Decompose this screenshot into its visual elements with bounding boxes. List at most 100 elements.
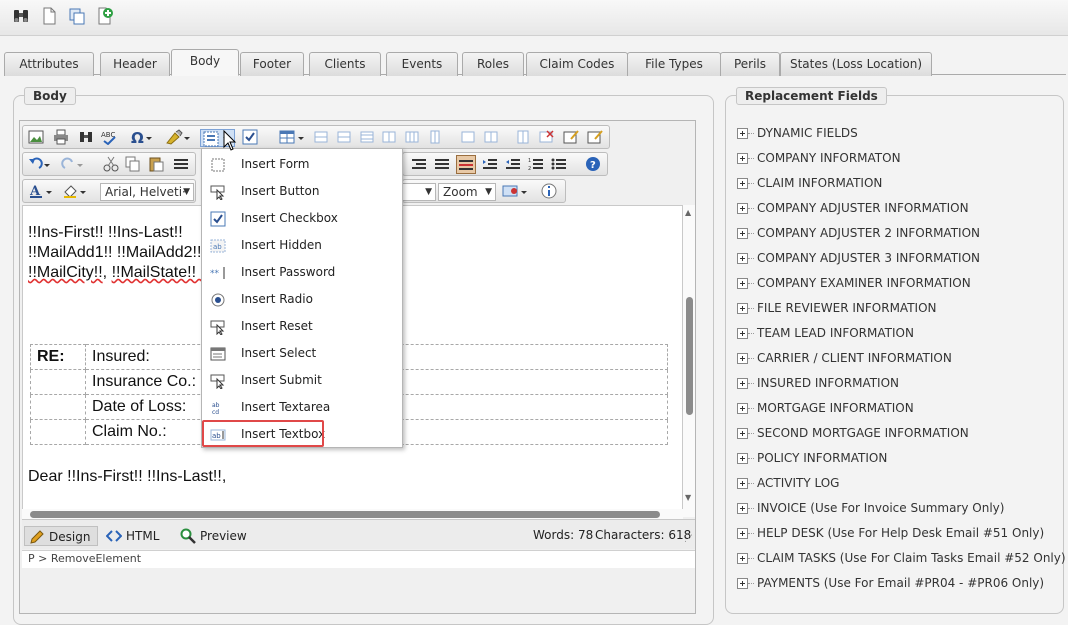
expand-plus-icon[interactable] <box>737 453 748 464</box>
table-split-icon[interactable] <box>483 129 499 145</box>
tree-item[interactable]: CARRIER / CLIENT INFORMATION <box>737 346 952 371</box>
tab-states-loss-location[interactable]: States (Loss Location) <box>780 52 932 76</box>
help-icon[interactable]: ? <box>585 156 601 172</box>
table-delete-column-icon[interactable] <box>427 129 443 145</box>
copy-icon[interactable] <box>125 156 141 172</box>
special-character-omega-icon[interactable]: Ω <box>131 129 153 145</box>
font-size-select-tail[interactable]: ▼ <box>402 183 436 201</box>
add-document-icon[interactable] <box>96 7 114 25</box>
menu-item-insert-reset[interactable]: Insert Reset <box>202 313 402 340</box>
menu-item-insert-hidden[interactable]: ab Insert Hidden <box>202 232 402 259</box>
font-color-icon[interactable]: A <box>29 183 55 199</box>
expand-plus-icon[interactable] <box>737 403 748 414</box>
cell-properties-icon[interactable] <box>587 129 603 145</box>
scroll-up-icon[interactable]: ▲ <box>685 208 691 217</box>
expand-plus-icon[interactable] <box>737 378 748 389</box>
tree-item[interactable]: COMPANY ADJUSTER 2 INFORMATION <box>737 221 980 246</box>
expand-plus-icon[interactable] <box>737 553 748 564</box>
menu-item-insert-form[interactable]: Insert Form <box>202 151 402 178</box>
menu-item-insert-submit[interactable]: Insert Submit <box>202 367 402 394</box>
expand-plus-icon[interactable] <box>737 328 748 339</box>
html-mode-button[interactable]: HTML <box>102 526 172 546</box>
tree-item[interactable]: SECOND MORTGAGE INFORMATION <box>737 421 969 446</box>
table-row-above-icon[interactable] <box>313 129 329 145</box>
expand-plus-icon[interactable] <box>737 528 748 539</box>
menu-item-insert-select[interactable]: Insert Select <box>202 340 402 367</box>
horizontal-scrollbar[interactable] <box>22 509 683 519</box>
tree-item[interactable]: FILE REVIEWER INFORMATION <box>737 296 937 321</box>
menu-item-insert-checkbox[interactable]: Insert Checkbox <box>202 205 402 232</box>
expand-plus-icon[interactable] <box>737 203 748 214</box>
print-icon[interactable] <box>53 129 69 145</box>
menu-item-insert-password[interactable]: ** Insert Password <box>202 259 402 286</box>
tab-clients[interactable]: Clients <box>309 52 381 76</box>
paste-icon[interactable] <box>148 156 164 172</box>
tab-file-types[interactable]: File Types <box>627 52 721 76</box>
tree-item[interactable]: DYNAMIC FIELDS <box>737 121 858 146</box>
align-justify-icon[interactable] <box>434 156 450 172</box>
table-column-left-icon[interactable] <box>381 129 397 145</box>
find-binoculars-icon[interactable] <box>78 129 94 145</box>
table-cell-icon[interactable] <box>515 129 531 145</box>
image-icon[interactable] <box>28 129 44 145</box>
expand-plus-icon[interactable] <box>737 303 748 314</box>
expand-plus-icon[interactable] <box>737 478 748 489</box>
vertical-scrollbar[interactable]: ▲ ▼ <box>683 205 695 517</box>
table-merge-icon[interactable] <box>460 129 476 145</box>
table-delete-row-icon[interactable] <box>359 129 375 145</box>
bulleted-list-icon[interactable] <box>551 156 567 172</box>
align-right-icon[interactable] <box>411 156 427 172</box>
expand-plus-icon[interactable] <box>737 278 748 289</box>
checkbox-toolbar-icon[interactable] <box>242 129 258 145</box>
tree-item[interactable]: INSURED INFORMATION <box>737 371 899 396</box>
table-row-below-icon[interactable] <box>336 129 352 145</box>
expand-plus-icon[interactable] <box>737 128 748 139</box>
expand-plus-icon[interactable] <box>737 228 748 239</box>
design-mode-button[interactable]: Design <box>24 526 98 546</box>
tab-footer[interactable]: Footer <box>240 52 304 76</box>
highlight-color-icon[interactable] <box>63 183 89 199</box>
format-stripper-icon[interactable] <box>165 129 191 145</box>
tree-item[interactable]: COMPANY INFORMATON <box>737 146 901 171</box>
numbered-list-icon[interactable]: 12 <box>528 156 544 172</box>
align-none-button[interactable] <box>456 155 476 174</box>
copy-document-icon[interactable] <box>68 7 86 25</box>
menu-item-insert-radio[interactable]: Insert Radio <box>202 286 402 313</box>
expand-plus-icon[interactable] <box>737 428 748 439</box>
preview-mode-button[interactable]: Preview <box>176 526 256 546</box>
binoculars-icon[interactable] <box>12 7 30 25</box>
tab-perils[interactable]: Perils <box>720 52 780 76</box>
tree-item[interactable]: COMPANY ADJUSTER 3 INFORMATION <box>737 246 980 271</box>
tab-header[interactable]: Header <box>100 52 170 76</box>
new-document-icon[interactable] <box>40 7 58 25</box>
tree-item[interactable]: ACTIVITY LOG <box>737 471 839 496</box>
tree-item[interactable]: INVOICE (Use For Invoice Summary Only) <box>737 496 1004 521</box>
spellcheck-icon[interactable]: ABC <box>101 129 117 145</box>
tree-item[interactable]: CLAIM TASKS (Use For Claim Tasks Email #… <box>737 546 1066 571</box>
menu-item-insert-button[interactable]: Insert Button <box>202 178 402 205</box>
table-properties-icon[interactable] <box>563 129 579 145</box>
font-family-select[interactable]: Arial, Helveti· ▼ <box>100 183 194 201</box>
menu-item-insert-textarea[interactable]: ab cd Insert Textarea <box>202 394 402 421</box>
tree-item[interactable]: POLICY INFORMATION <box>737 446 887 471</box>
table-column-right-icon[interactable] <box>404 129 420 145</box>
outdent-icon[interactable] <box>505 156 521 172</box>
zoom-select[interactable]: Zoom ▼ <box>438 183 496 201</box>
expand-plus-icon[interactable] <box>737 153 748 164</box>
tab-roles[interactable]: Roles <box>462 52 524 76</box>
tab-body[interactable]: Body <box>171 49 239 76</box>
vertical-scrollbar-thumb[interactable] <box>686 297 693 415</box>
about-info-icon[interactable] <box>541 183 557 199</box>
expand-plus-icon[interactable] <box>737 503 748 514</box>
tree-item[interactable]: HELP DESK (Use For Help Desk Email #51 O… <box>737 521 1044 546</box>
cut-icon[interactable] <box>103 156 119 172</box>
undo-icon[interactable] <box>28 156 52 172</box>
scroll-down-icon[interactable]: ▼ <box>685 493 691 502</box>
paragraph-icon[interactable] <box>173 156 189 172</box>
expand-plus-icon[interactable] <box>737 578 748 589</box>
expand-plus-icon[interactable] <box>737 353 748 364</box>
tree-item[interactable]: MORTGAGE INFORMATION <box>737 396 914 421</box>
tab-claim-codes[interactable]: Claim Codes <box>526 52 628 76</box>
redo-icon[interactable] <box>61 156 85 172</box>
tab-attributes[interactable]: Attributes <box>4 52 94 76</box>
